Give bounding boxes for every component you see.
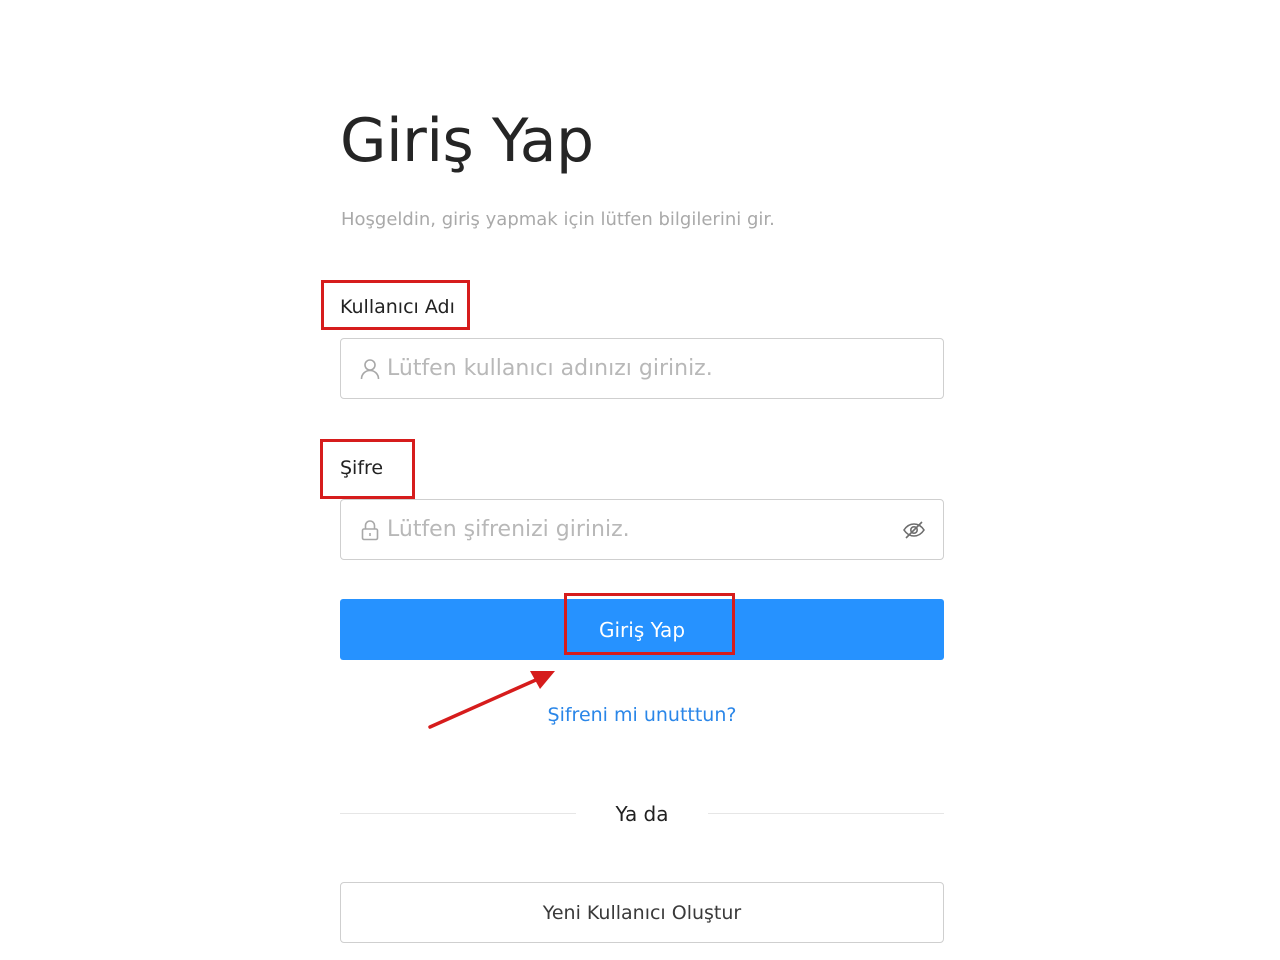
page-subtitle: Hoşgeldin, giriş yapmak için lütfen bilg… [341, 209, 775, 230]
page-title: Giriş Yap [340, 106, 594, 176]
password-input[interactable] [387, 500, 901, 559]
divider-line-right [708, 813, 944, 814]
eye-off-icon[interactable] [901, 517, 927, 543]
username-input[interactable] [387, 339, 927, 398]
create-account-button[interactable]: Yeni Kullanıcı Oluştur [340, 882, 944, 943]
password-label: Şifre [340, 457, 384, 479]
lock-icon [359, 519, 381, 541]
username-label: Kullanıcı Adı [340, 296, 455, 318]
login-submit-button[interactable]: Giriş Yap [340, 599, 944, 660]
divider-line-left [340, 813, 576, 814]
login-page: Giriş Yap Hoşgeldin, giriş yapmak için l… [0, 0, 1280, 960]
divider-text: Ya da [615, 802, 669, 826]
forgot-password-link[interactable]: Şifreni mi unutttun? [540, 702, 744, 728]
password-field[interactable] [340, 499, 944, 560]
username-field[interactable] [340, 338, 944, 399]
user-icon [359, 358, 381, 380]
